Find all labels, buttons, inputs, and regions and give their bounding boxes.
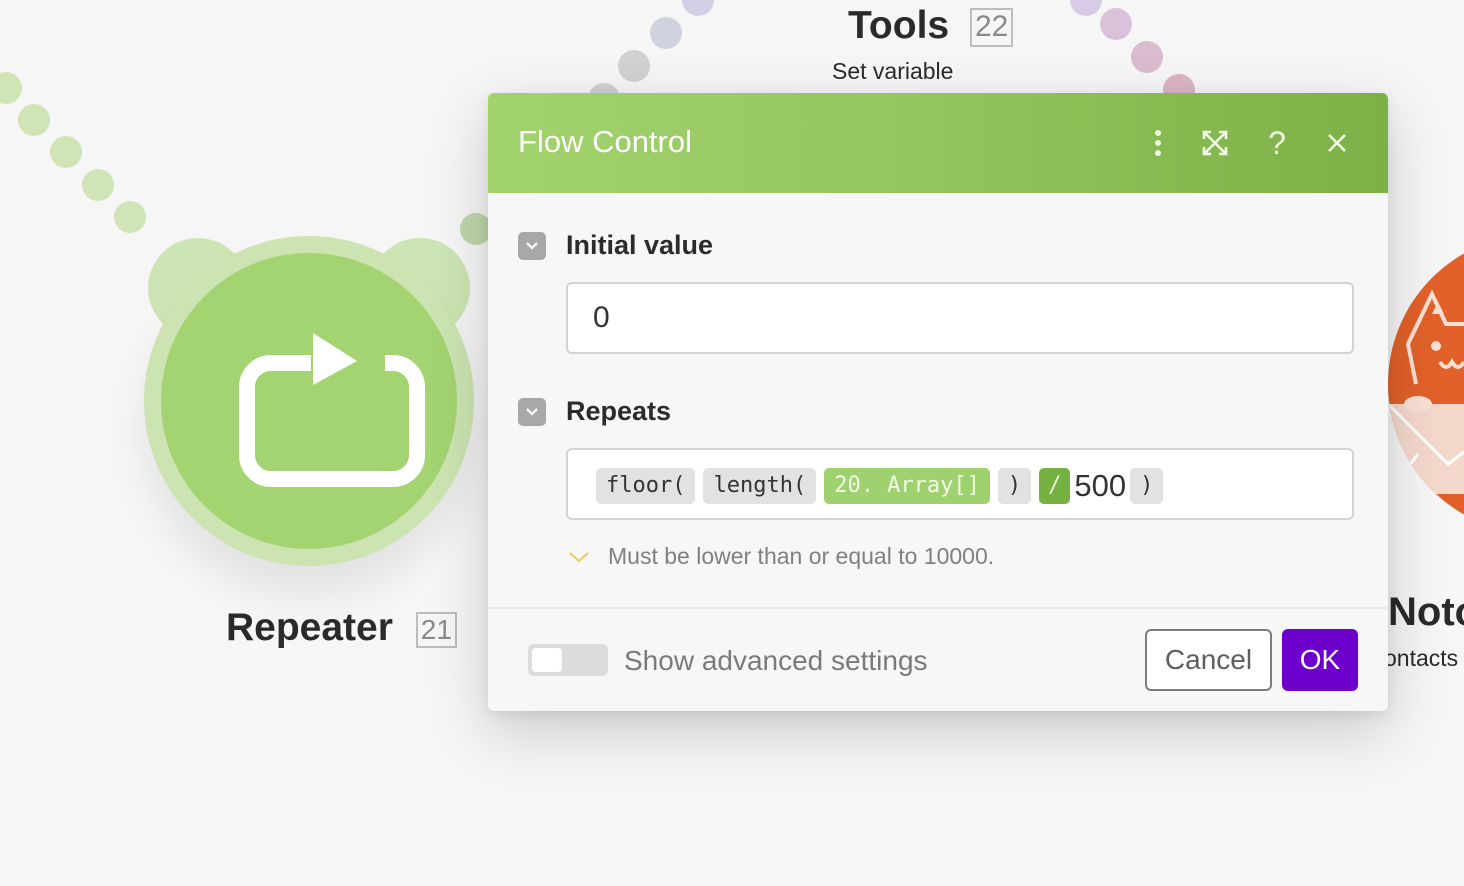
- tools-module-id-badge: 22: [969, 8, 1014, 47]
- dialog-header: Flow Control ?: [488, 93, 1388, 193]
- token-array-variable[interactable]: 20. Array[]: [824, 468, 990, 504]
- repeater-module[interactable]: [144, 236, 474, 566]
- initial-value-label-row: Initial value: [518, 230, 713, 261]
- tools-module-subtitle: Set variable: [832, 58, 954, 84]
- initial-value-collapse-toggle[interactable]: [518, 231, 546, 260]
- noto-module[interactable]: [1388, 234, 1464, 534]
- cat-envelope-icon: [1388, 289, 1464, 495]
- initial-value-label: Initial value: [566, 230, 714, 260]
- repeats-label: Repeats: [566, 396, 672, 426]
- token-number: 500: [1074, 468, 1127, 503]
- token-close-paren[interactable]: ): [1130, 468, 1164, 504]
- token-close-paren[interactable]: ): [997, 468, 1032, 504]
- token-divide-operator[interactable]: /: [1039, 468, 1071, 504]
- close-icon[interactable]: [1317, 123, 1357, 163]
- more-vertical-icon[interactable]: [1138, 123, 1178, 163]
- ok-button[interactable]: OK: [1282, 629, 1358, 691]
- initial-value-value: 0: [593, 301, 610, 334]
- chevron-down-icon: [526, 407, 538, 416]
- repeat-icon: [239, 333, 425, 487]
- token-length-function[interactable]: length(: [703, 468, 817, 504]
- tools-module-name: Tools: [848, 4, 950, 47]
- chevron-down-icon: [526, 241, 538, 250]
- dialog-title: Flow Control: [518, 124, 692, 159]
- flow-control-dialog: Flow Control ? Initial value 0 Repeats f: [488, 93, 1388, 711]
- advanced-settings-label: Show advanced settings: [624, 645, 928, 676]
- footer-divider: [488, 607, 1388, 609]
- repeats-label-row: Repeats: [518, 396, 671, 427]
- repeater-module-name: Repeater: [226, 606, 393, 649]
- help-icon[interactable]: ?: [1257, 123, 1297, 163]
- token-floor-function[interactable]: floor(: [596, 468, 696, 504]
- repeater-module-label[interactable]: Repeater 21: [226, 606, 457, 650]
- noto-module-subtitle: ontacts: [1384, 645, 1459, 671]
- noto-module-name: Noto: [1388, 590, 1464, 634]
- chevron-down-icon: [569, 551, 589, 562]
- repeats-formula-input[interactable]: floor( length( 20. Array[] ) / 500 ): [566, 448, 1354, 520]
- repeats-hint[interactable]: Must be lower than or equal to 10000.: [568, 543, 994, 570]
- repeats-hint-text: Must be lower than or equal to 10000.: [608, 543, 995, 569]
- advanced-settings-toggle[interactable]: [528, 644, 608, 676]
- cancel-button[interactable]: Cancel: [1145, 629, 1272, 691]
- initial-value-input[interactable]: 0: [566, 282, 1354, 354]
- repeats-collapse-toggle[interactable]: [518, 397, 546, 426]
- tools-module-label[interactable]: Tools 22: [848, 4, 1014, 48]
- repeater-module-id-badge: 21: [415, 611, 457, 648]
- expand-icon[interactable]: [1195, 123, 1235, 163]
- formula-tokens: floor( length( 20. Array[] ) / 500 ): [596, 468, 1171, 504]
